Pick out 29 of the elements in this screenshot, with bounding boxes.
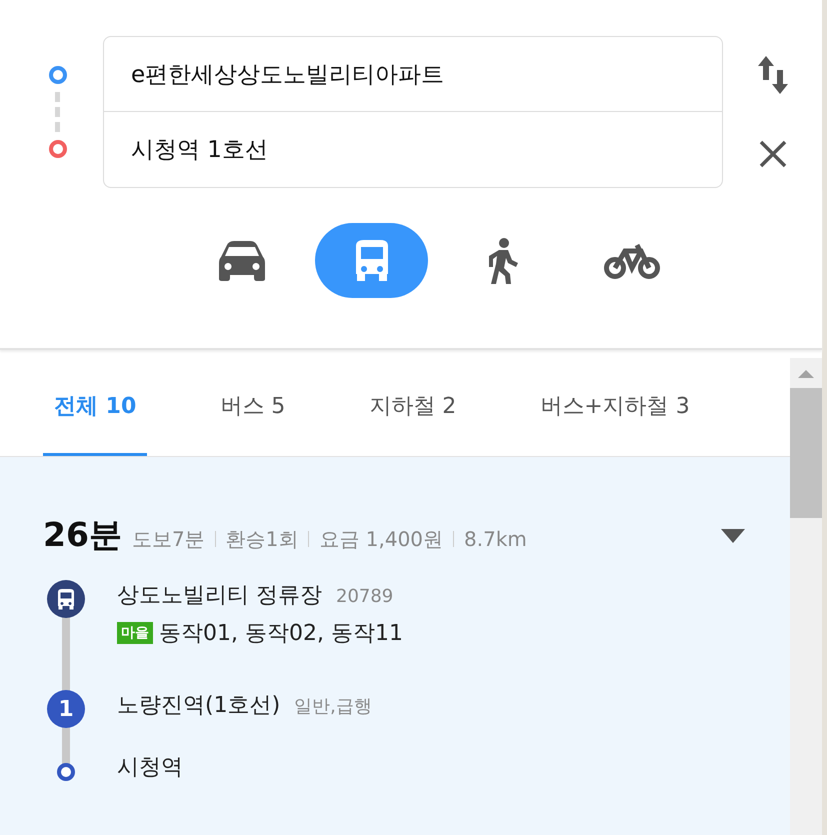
- travel-time: 26분: [43, 514, 122, 556]
- result-tab[interactable]: 지하철 2: [358, 358, 468, 456]
- destination-input[interactable]: 시청역 1호선: [104, 112, 722, 187]
- route-detail: 8.7km: [464, 527, 527, 551]
- stop-name: 상도노빌리티 정류장: [117, 582, 322, 610]
- swap-icon[interactable]: [758, 56, 788, 94]
- close-icon[interactable]: [758, 140, 786, 168]
- route-detail: 도보7분: [132, 526, 205, 553]
- result-tab[interactable]: 버스 5: [209, 358, 296, 456]
- stop-note: 20789: [336, 586, 394, 607]
- route-dash-line: [55, 92, 60, 132]
- route-detail: 요금 1,400원: [319, 526, 444, 553]
- bus-stop-icon: [47, 580, 85, 618]
- result-tab[interactable]: 버스+지하철 3: [529, 358, 701, 456]
- car-icon: [218, 240, 264, 280]
- bus-lines: 동작01, 동작02, 동작11: [159, 620, 403, 648]
- origin-marker: [48, 66, 66, 84]
- line-number-badge: 1: [47, 690, 85, 728]
- route-detail: 환승1회: [226, 526, 298, 553]
- end-point-marker: [57, 763, 75, 781]
- stop-name: 시청역: [117, 754, 183, 782]
- stop-note: 일반,급행: [294, 695, 372, 718]
- origin-input[interactable]: e편한세상상도노빌리티아파트: [104, 37, 722, 111]
- stop-name: 노량진역(1호선): [117, 692, 280, 720]
- expand-icon[interactable]: [721, 528, 745, 542]
- scrollbar-thumb[interactable]: [790, 388, 822, 518]
- bus-type-tag: 마을: [117, 622, 153, 644]
- bicycle-icon: [604, 242, 660, 280]
- destination-marker: [48, 140, 66, 158]
